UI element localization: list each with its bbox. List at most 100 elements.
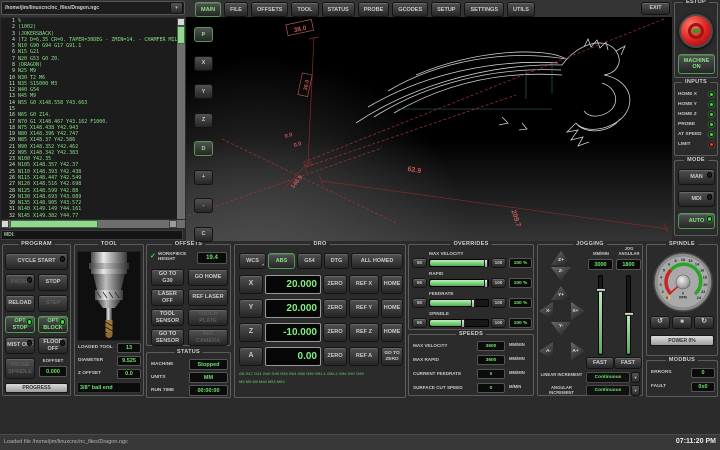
exit-button[interactable]: EXIT — [641, 2, 670, 15]
slider-thumb[interactable] — [484, 279, 488, 288]
gcode-horizontal-scrollbar[interactable] — [1, 220, 185, 228]
wcs-dropdown[interactable]: WCS▾ — [239, 253, 266, 269]
jog-a-minus-button[interactable]: A- — [539, 342, 553, 360]
linear-increment-combo[interactable]: Continuous — [586, 372, 630, 383]
mode-button[interactable]: MAN — [678, 169, 715, 185]
goto-sensor-button[interactable]: GO TO SENSOR — [151, 329, 184, 346]
axis-z-button[interactable]: Z — [239, 323, 263, 342]
tool-sensor-button[interactable]: TOOL SENSOR — [151, 309, 184, 326]
zero-a-button[interactable]: ZERO — [323, 347, 347, 366]
slider-thumb[interactable] — [484, 259, 488, 268]
gcode-list[interactable]: 1%2(1002)3(JOKERSBACK)4(T2 D=6.35 CR=0. … — [1, 18, 177, 219]
jog-a-plus-button[interactable]: A+ — [571, 342, 585, 360]
axis-a-button[interactable]: A — [239, 347, 263, 366]
home-y-button[interactable]: HOME — [381, 299, 403, 318]
all-homed-button[interactable]: ALL HOMED — [351, 253, 403, 269]
tab[interactable]: SETTINGS — [464, 2, 504, 17]
estop-button[interactable] — [679, 14, 713, 48]
preview-tool-button[interactable]: D — [194, 141, 213, 156]
fast-angular-button[interactable]: FAST — [614, 357, 642, 369]
chevron-down-icon[interactable]: ▾ — [170, 2, 183, 14]
gcode-vertical-scrollbar[interactable] — [177, 18, 185, 219]
tab[interactable]: SETUP — [431, 2, 461, 17]
jog-linear-slider[interactable] — [598, 275, 603, 355]
spindle-forward-button[interactable]: ↻ — [694, 316, 714, 329]
gcode-line[interactable]: 32N145 X149.382 Y44.77 — [1, 213, 177, 219]
zero-x-button[interactable]: ZERO — [323, 275, 347, 294]
step-button[interactable]: STEP — [38, 295, 68, 312]
go-home-button[interactable]: GO HOME — [188, 269, 228, 286]
slider-thumb[interactable] — [596, 288, 606, 292]
slider-thumb[interactable] — [471, 299, 475, 308]
jog-x-minus-button[interactable]: X- — [539, 302, 553, 320]
tab[interactable]: OFFSETS — [251, 2, 288, 17]
slider-thumb[interactable] — [624, 312, 634, 316]
ref-x-button[interactable]: REF X — [349, 275, 379, 294]
touch-plate-button[interactable]: TOUCH PLATE — [188, 309, 228, 326]
flood-button[interactable]: FLOOD OFF — [38, 337, 68, 354]
ref-y-button[interactable]: REF Y — [349, 299, 379, 318]
max-velocity-slider[interactable] — [429, 259, 489, 267]
preview-tool-button[interactable]: + — [194, 170, 213, 185]
opt-block-button[interactable]: OPT BLOCK — [38, 316, 68, 333]
preview-tool-button[interactable]: Z — [194, 113, 213, 128]
home-z-button[interactable]: HOME — [381, 323, 403, 342]
vertical-scroll-thumb[interactable] — [177, 26, 185, 44]
angular-increment-combo[interactable]: Continuous — [586, 385, 630, 396]
scroll-up-button[interactable] — [177, 18, 185, 26]
goto-zero-button[interactable]: GO TO ZERO — [381, 347, 403, 366]
scroll-left-button[interactable] — [1, 220, 9, 228]
override-min-button[interactable]: 50 — [412, 278, 427, 288]
jog-z-plus-button[interactable]: Z+ — [551, 251, 571, 265]
mist-button[interactable]: MIST OFF — [5, 337, 35, 354]
override-max-button[interactable]: 100 — [491, 258, 506, 268]
override-min-button[interactable]: 50 — [412, 318, 427, 328]
jog-y-minus-button[interactable]: Y- — [551, 322, 571, 336]
override-max-button[interactable]: 100 — [491, 318, 506, 328]
jog-x-plus-button[interactable]: X+ — [571, 302, 585, 320]
spindle-slider[interactable] — [429, 319, 489, 327]
jog-y-plus-button[interactable]: Y+ — [551, 286, 571, 300]
ref-z-button[interactable]: REF Z — [349, 323, 379, 342]
ref-a-button[interactable]: REF A — [349, 347, 379, 366]
preview-tool-button[interactable]: C — [194, 227, 213, 242]
tab[interactable]: TOOL — [291, 2, 318, 17]
machine-on-button[interactable]: MACHINE ON — [678, 54, 715, 74]
goto-g30-button[interactable]: GO TO G30 — [151, 269, 184, 286]
zero-z-button[interactable]: ZERO — [323, 323, 347, 342]
loaded-file-combo[interactable]: /home/jim/linuxcnc/nc_files/Dragon.ngc ▾ — [1, 1, 185, 15]
cycle-start-button[interactable]: CYCLE START — [5, 253, 68, 270]
dtg-button[interactable]: DTG — [324, 253, 349, 269]
override-min-button[interactable]: 50 — [412, 258, 427, 268]
tab[interactable]: FILE — [224, 2, 248, 17]
gcode-preview[interactable]: 38.0 36.0 0.0 0.0 148.9 62.9 209.7 PXYZD… — [186, 17, 672, 241]
spindle-reverse-button[interactable]: ↺ — [650, 316, 670, 329]
jog-angular-slider[interactable] — [626, 275, 631, 355]
zero-y-button[interactable]: ZERO — [323, 299, 347, 318]
fast-linear-button[interactable]: FAST — [586, 357, 614, 369]
pause-spindle-button[interactable]: PAUSE SPINDLE — [5, 358, 35, 379]
preview-tool-button[interactable]: - — [194, 198, 213, 213]
laser-button[interactable]: LASER OFF — [151, 289, 184, 306]
ref-camera-button[interactable]: REF CAMERA — [188, 329, 228, 346]
stop-button[interactable]: STOP — [38, 274, 68, 291]
tab[interactable]: MAIN — [195, 2, 221, 17]
feedrate-slider[interactable] — [429, 299, 489, 307]
mode-button[interactable]: MDI — [678, 191, 715, 207]
preview-tool-button[interactable]: Y — [194, 84, 213, 99]
tab[interactable]: UTILS — [507, 2, 535, 17]
horizontal-scroll-thumb[interactable] — [10, 220, 98, 228]
tab[interactable]: GCODES — [392, 2, 428, 17]
slider-thumb[interactable] — [461, 319, 465, 328]
rapid-slider[interactable] — [429, 279, 489, 287]
override-max-button[interactable]: 100 — [491, 278, 506, 288]
ref-laser-button[interactable]: REF LASER — [188, 289, 228, 306]
g54-button[interactable]: G54 — [297, 253, 322, 269]
opt-stop-button[interactable]: OPT STOP — [5, 316, 35, 333]
mdi-input[interactable] — [1, 230, 183, 240]
reload-button[interactable]: RELOAD — [5, 295, 35, 312]
tab[interactable]: PROBE — [358, 2, 390, 17]
override-max-button[interactable]: 100 — [491, 298, 506, 308]
chevron-down-icon[interactable]: ▾ — [631, 372, 640, 383]
spindle-stop-button[interactable]: ■ — [672, 316, 692, 329]
